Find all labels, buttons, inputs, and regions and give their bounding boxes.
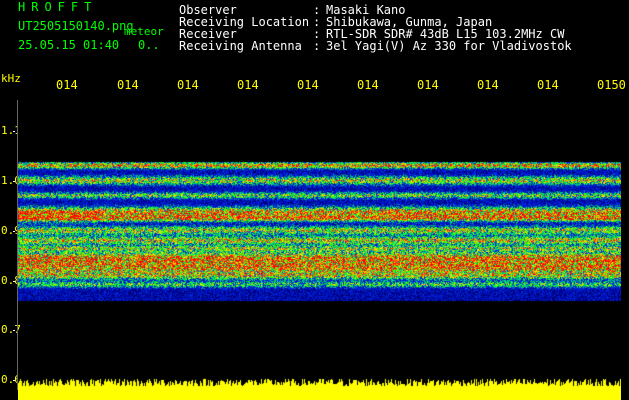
time-tick: 014	[477, 78, 499, 92]
time-tick: 014	[117, 78, 139, 92]
counter: 0..	[138, 38, 160, 52]
time-tick: 014	[56, 78, 78, 92]
freq-tick-mark	[13, 231, 15, 232]
freq-tick-mark	[13, 380, 15, 381]
unit-label: kHz	[1, 72, 21, 85]
time-tick: 014	[237, 78, 259, 92]
freq-tick-mark	[13, 330, 15, 331]
waterfall-spectrogram	[18, 100, 621, 310]
time-tick: 0150	[597, 78, 626, 92]
antenna-label: Receiving Antenna	[179, 39, 302, 53]
freq-tick-mark	[13, 131, 15, 132]
app-title: HROFFT	[18, 0, 98, 14]
mode-label: meteor	[124, 25, 164, 38]
date-time: 25.05.15 01:40	[18, 38, 120, 52]
time-tick: 014	[357, 78, 379, 92]
freq-tick-mark	[13, 281, 15, 282]
signal-level-bar	[18, 370, 621, 400]
antenna-value: 3el Yagi(V) Az 330 for Vladivostok	[326, 39, 572, 53]
antenna-sep: :	[313, 39, 321, 53]
time-tick: 014	[417, 78, 439, 92]
time-tick: 014	[297, 78, 319, 92]
time-tick: 014	[537, 78, 559, 92]
file-name: UT2505150140.png	[18, 19, 134, 33]
hrofft-window: HROFFT UT2505150140.png meteor 25.05.15 …	[0, 0, 629, 400]
time-tick: 014	[177, 78, 199, 92]
freq-tick-mark	[13, 181, 15, 182]
